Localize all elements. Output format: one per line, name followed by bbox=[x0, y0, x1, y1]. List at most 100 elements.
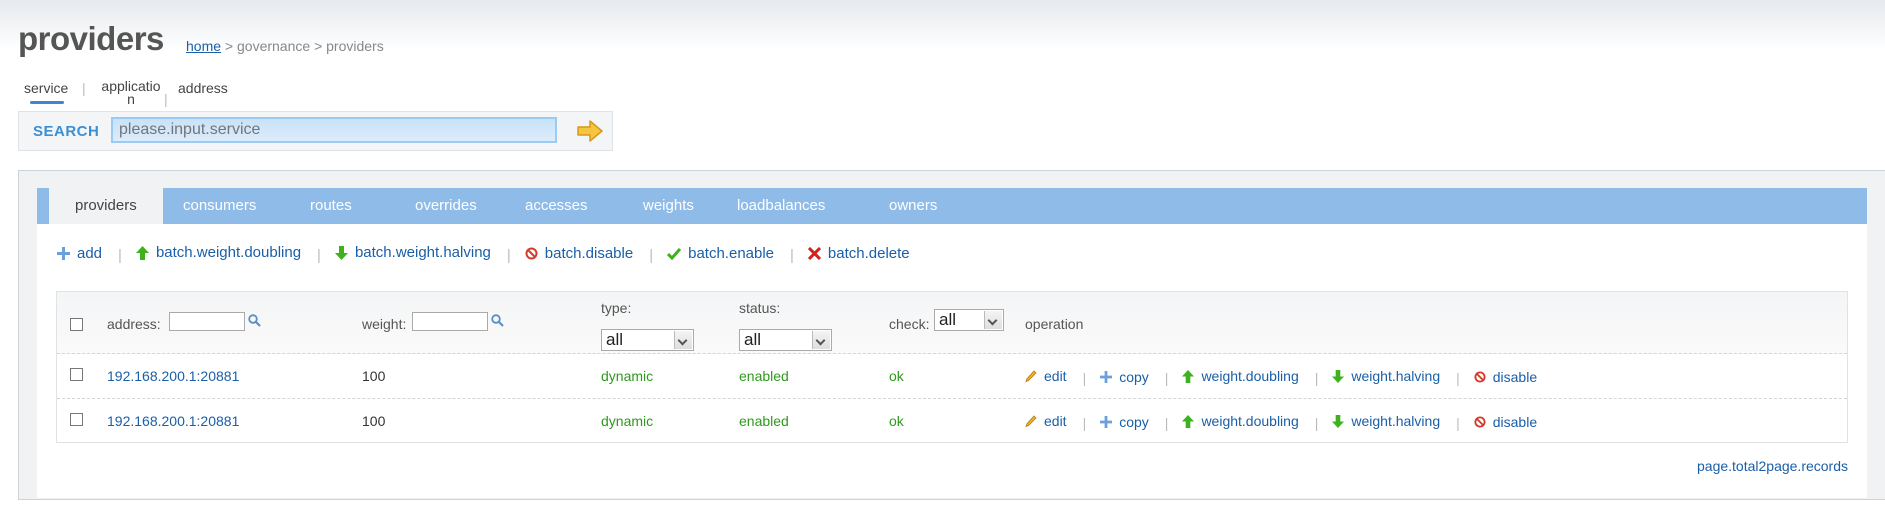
op-separator: | bbox=[1456, 414, 1460, 431]
batch-weight-halving-button[interactable]: batch.weight.halving bbox=[334, 244, 491, 261]
op-separator: | bbox=[1082, 369, 1087, 386]
table-header: address: weight: type: all status: all c… bbox=[57, 292, 1847, 354]
status-filter-select[interactable]: all bbox=[739, 329, 832, 351]
type-header: type: bbox=[601, 300, 632, 316]
chevron-down-icon bbox=[674, 331, 692, 349]
type-filter-select[interactable]: all bbox=[601, 329, 694, 351]
batch-delete-button[interactable]: batch.delete bbox=[807, 244, 910, 262]
subtab-application[interactable]: application bbox=[100, 78, 162, 107]
table-row: 192.168.200.1:20881 100 dynamic enabled … bbox=[57, 354, 1847, 399]
batch-delete-label: batch.delete bbox=[827, 244, 910, 262]
action-separator: | bbox=[506, 246, 511, 264]
tab-providers[interactable]: providers bbox=[49, 188, 163, 224]
status-filter-value: all bbox=[744, 330, 762, 349]
subtab-separator: | bbox=[164, 91, 168, 107]
arrow-up-icon bbox=[135, 245, 149, 260]
weight-halving-label: weight.halving bbox=[1351, 368, 1441, 384]
main-panel: providers consumers routes overrides acc… bbox=[18, 170, 1885, 500]
breadcrumb: home > governance > providers bbox=[186, 38, 384, 54]
subtab-application-label: application bbox=[101, 78, 161, 107]
disable-icon bbox=[525, 247, 538, 259]
tab-routes[interactable]: routes bbox=[310, 188, 352, 224]
row-checkbox[interactable] bbox=[70, 368, 83, 381]
batch-weight-halving-label: batch.weight.halving bbox=[354, 244, 491, 261]
search-icon[interactable] bbox=[491, 314, 504, 327]
batch-enable-label: batch.enable bbox=[688, 244, 775, 262]
chevron-down-icon bbox=[812, 331, 830, 349]
action-separator: | bbox=[790, 246, 794, 264]
subtab-service[interactable]: service bbox=[24, 80, 69, 104]
tab-owners[interactable]: owners bbox=[889, 188, 937, 224]
subtab-address[interactable]: address bbox=[178, 80, 228, 96]
weight-doubling-button[interactable]: weight.doubling bbox=[1182, 368, 1299, 384]
tab-consumers[interactable]: consumers bbox=[183, 188, 256, 224]
edit-button[interactable]: edit bbox=[1025, 368, 1067, 384]
disable-button[interactable]: disable bbox=[1474, 369, 1537, 385]
check-filter-select[interactable]: all bbox=[934, 309, 1004, 331]
weight-header: weight: bbox=[362, 316, 407, 332]
disable-button[interactable]: disable bbox=[1474, 414, 1537, 430]
row-check: ok bbox=[889, 413, 904, 429]
weight-halving-button[interactable]: weight.halving bbox=[1332, 413, 1440, 429]
subtab-service-label: service bbox=[24, 80, 69, 96]
batch-disable-button[interactable]: batch.disable bbox=[525, 245, 633, 262]
copy-button[interactable]: copy bbox=[1100, 414, 1149, 430]
tab-accesses[interactable]: accesses bbox=[525, 188, 588, 224]
op-separator: | bbox=[1456, 369, 1460, 386]
action-bar: add | batch.weight.doubling | batch.weig… bbox=[57, 244, 910, 264]
pager-info[interactable]: page.total2page.records bbox=[1697, 458, 1848, 474]
weight-halving-label: weight.halving bbox=[1351, 413, 1441, 429]
copy-label: copy bbox=[1119, 368, 1149, 385]
row-weight: 100 bbox=[362, 413, 386, 429]
tab-loadbalances[interactable]: loadbalances bbox=[737, 188, 825, 224]
row-type: dynamic bbox=[601, 413, 654, 429]
tab-content: add | batch.weight.doubling | batch.weig… bbox=[37, 224, 1867, 498]
subtab-separator: | bbox=[82, 80, 86, 96]
weight-halving-button[interactable]: weight.halving bbox=[1332, 368, 1440, 384]
breadcrumb-home-link[interactable]: home bbox=[186, 38, 221, 54]
disable-icon bbox=[1474, 370, 1486, 383]
tab-bar: providers consumers routes overrides acc… bbox=[37, 188, 1867, 224]
check-header: check: bbox=[889, 316, 930, 332]
tab-weights[interactable]: weights bbox=[643, 188, 694, 224]
pencil-icon bbox=[1025, 414, 1037, 427]
row-status: enabled bbox=[739, 413, 789, 429]
address-filter-input[interactable] bbox=[169, 312, 245, 331]
select-all-checkbox[interactable] bbox=[70, 318, 83, 331]
op-separator: | bbox=[1164, 369, 1169, 386]
weight-filter-input[interactable] bbox=[412, 312, 488, 331]
arrow-down-icon bbox=[1332, 414, 1345, 428]
tab-overrides[interactable]: overrides bbox=[415, 188, 477, 224]
check-icon bbox=[667, 247, 682, 260]
disable-icon bbox=[1474, 415, 1486, 428]
table-row: 192.168.200.1:20881 100 dynamic enabled … bbox=[57, 399, 1847, 443]
edit-button[interactable]: edit bbox=[1025, 413, 1067, 429]
row-status: enabled bbox=[739, 368, 789, 384]
subtab-address-label: address bbox=[178, 80, 228, 96]
breadcrumb-separator: > bbox=[224, 38, 234, 54]
op-separator: | bbox=[1314, 369, 1319, 386]
copy-button[interactable]: copy bbox=[1100, 369, 1149, 385]
row-address-link[interactable]: 192.168.200.1:20881 bbox=[107, 413, 239, 429]
arrow-up-icon bbox=[1182, 369, 1195, 383]
plus-icon bbox=[57, 246, 70, 260]
row-check: ok bbox=[889, 368, 904, 384]
row-address-link[interactable]: 192.168.200.1:20881 bbox=[107, 368, 239, 384]
arrow-up-icon bbox=[1182, 414, 1195, 428]
batch-weight-doubling-button[interactable]: batch.weight.doubling bbox=[135, 244, 301, 261]
search-icon[interactable] bbox=[248, 314, 261, 327]
batch-enable-button[interactable]: batch.enable bbox=[667, 245, 774, 262]
arrow-down-icon bbox=[1332, 369, 1345, 383]
action-separator: | bbox=[118, 246, 122, 264]
arrow-right-icon[interactable] bbox=[576, 118, 604, 144]
search-box: SEARCH bbox=[18, 111, 613, 151]
search-input[interactable] bbox=[111, 117, 557, 143]
weight-doubling-button[interactable]: weight.doubling bbox=[1182, 413, 1299, 429]
weight-doubling-label: weight.doubling bbox=[1201, 368, 1299, 384]
address-header: address: bbox=[107, 316, 161, 332]
search-label: SEARCH bbox=[33, 123, 100, 140]
add-button[interactable]: add bbox=[57, 245, 102, 262]
add-label: add bbox=[77, 244, 103, 262]
breadcrumb-current: providers bbox=[326, 38, 384, 54]
row-checkbox[interactable] bbox=[70, 413, 83, 426]
